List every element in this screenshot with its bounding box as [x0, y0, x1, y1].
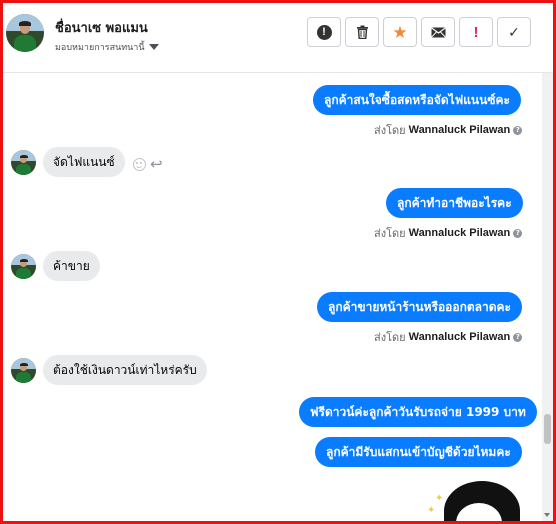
caret-down-icon [148, 44, 159, 50]
help-icon[interactable]: ? [513, 228, 523, 238]
assign-conversation-dropdown[interactable]: มอบหมายการสนทนานี้ [55, 40, 159, 54]
outgoing-message[interactable]: ลูกค้าขายหน้าร้านหรือออกตลาดคะ [317, 292, 522, 322]
done-button[interactable]: ✓ [497, 17, 531, 47]
sparkle-icon: ✦ [435, 493, 444, 504]
incoming-message[interactable]: ค้าขาย [43, 251, 100, 281]
scroll-down-arrow-icon[interactable] [544, 513, 550, 517]
sender-name[interactable]: Wannaluck Pilawan [409, 124, 511, 136]
reply-icon[interactable]: ↩ [150, 157, 163, 172]
contact-avatar[interactable] [11, 150, 36, 175]
help-icon[interactable]: ? [513, 125, 523, 135]
star-button[interactable]: ★ [383, 17, 417, 47]
outgoing-message[interactable]: ลูกค้าสนใจซื้อสดหรือจัดไฟแนนซ์คะ [313, 85, 521, 115]
incoming-message[interactable]: ต้องใช้เงินดาวน์เท่าไหร่ครับ [43, 355, 207, 385]
smiley-icon[interactable] [133, 158, 146, 171]
exclamation-icon: ! [473, 23, 479, 41]
contact-avatar[interactable] [11, 254, 36, 279]
sent-by-line: ส่งโดย Wannaluck Pilawan ? [374, 121, 523, 139]
trash-icon [356, 25, 368, 39]
outgoing-message[interactable]: ลูกค้ามีรับแสกนเข้าบัญชีด้วยไหมคะ [315, 437, 522, 467]
sent-by-label: ส่งโดย [374, 331, 406, 344]
scrollbar-thumb[interactable] [544, 414, 551, 444]
sent-by-line: ส่งโดย Wannaluck Pilawan ? [374, 328, 523, 346]
contact-avatar[interactable] [6, 14, 44, 52]
contact-name[interactable]: ชื่อนาเซ พอแมน [55, 17, 148, 38]
sparkle-icon: ✦ [427, 505, 436, 516]
sticker-image[interactable] [444, 481, 520, 521]
delete-button[interactable] [345, 17, 379, 47]
sender-name[interactable]: Wannaluck Pilawan [409, 227, 511, 239]
conversation-header: ชื่อนาเซ พอแมน มอบหมายการสนทนานี้ ! ★ ! … [3, 3, 553, 73]
sender-name[interactable]: Wannaluck Pilawan [409, 331, 511, 343]
sent-by-label: ส่งโดย [374, 227, 406, 240]
assign-conversation-label: มอบหมายการสนทนานี้ [55, 43, 145, 53]
star-icon: ★ [392, 22, 408, 42]
outgoing-message[interactable]: ลูกค้าทำอาชีพอะไรคะ [386, 188, 523, 218]
sent-by-label: ส่งโดย [374, 124, 406, 137]
message-actions: ↩ [133, 157, 163, 172]
contact-avatar[interactable] [11, 358, 36, 383]
priority-button[interactable]: ! [459, 17, 493, 47]
check-icon: ✓ [508, 23, 520, 40]
outgoing-message[interactable]: ฟรีดาวน์ค่ะลูกค้าวันรับรถจ่าย 1999 บาท [299, 397, 537, 427]
mark-unread-button[interactable] [421, 17, 455, 47]
report-button[interactable]: ! [307, 17, 341, 47]
incoming-message[interactable]: จัดไฟแนนซ์ [43, 147, 125, 177]
exclamation-circle-icon: ! [316, 24, 332, 40]
envelope-icon [430, 26, 446, 38]
sent-by-line: ส่งโดย Wannaluck Pilawan ? [374, 224, 523, 242]
scrollbar[interactable] [542, 73, 553, 521]
messenger-window: ชื่อนาเซ พอแมน มอบหมายการสนทนานี้ ! ★ ! … [0, 0, 556, 524]
header-actions: ! ★ ! ✓ [307, 17, 531, 47]
help-icon[interactable]: ? [513, 332, 523, 342]
